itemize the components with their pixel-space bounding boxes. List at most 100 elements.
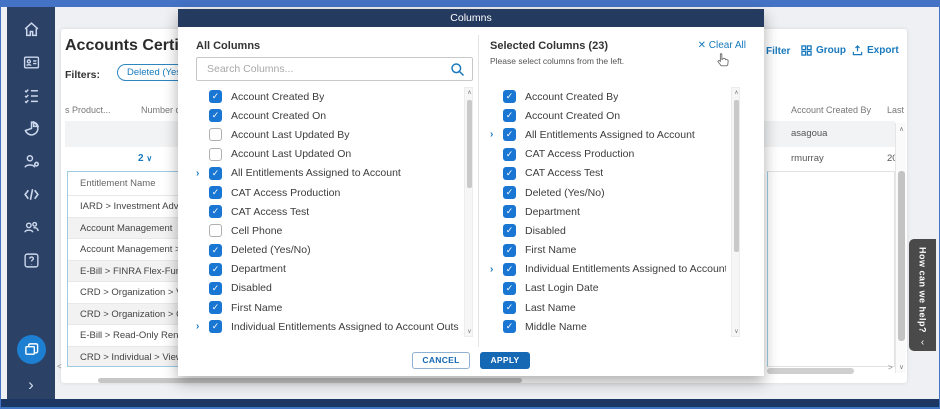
checkbox[interactable]: ✓ [503,263,516,276]
checkbox[interactable]: ✓ [209,301,222,314]
checkbox[interactable]: ✓ [209,90,222,103]
column-item[interactable]: ✓Deleted (Yes/No) [490,183,726,202]
checkbox[interactable]: ✓ [209,109,222,122]
apply-button[interactable]: APPLY [480,352,530,369]
checkbox[interactable]: ✓ [503,109,516,122]
vertical-scrollbar[interactable]: ∧ ∨ [895,123,906,373]
checkbox[interactable] [209,224,222,237]
cancel-button[interactable]: CANCEL [412,352,470,369]
column-item[interactable]: ✓Last Name [490,298,726,317]
checkbox[interactable]: ✓ [503,148,516,161]
group-button[interactable]: Group [801,45,846,56]
scroll-down-icon[interactable] [465,328,473,335]
column-item[interactable]: ✓Account Created By [490,87,726,106]
column-item[interactable]: ✓Last Login Date [490,279,726,298]
scroll-up-icon[interactable]: ∧ [896,125,907,133]
column-item[interactable]: ✓Disabled [196,279,459,298]
scrollbar-thumb[interactable] [898,171,905,341]
horizontal-scrollbar-thumb[interactable] [767,368,854,374]
column-item[interactable]: ✓CAT Access Test [196,202,459,221]
home-icon[interactable] [21,19,41,39]
user-settings-icon[interactable] [21,151,41,171]
column-item[interactable]: ✓Account Created By [196,87,459,106]
checkbox[interactable]: ✓ [503,205,516,218]
row-count: 2 [138,153,144,164]
column-item[interactable]: ✓CAT Access Test [490,164,726,183]
row-count-expander[interactable]: 2 ∨ [138,153,152,164]
checkbox[interactable]: ✓ [503,244,516,257]
column-item[interactable]: Account Last Updated By [196,125,459,144]
checkbox[interactable]: ✓ [209,282,222,295]
id-card-icon[interactable] [21,52,41,72]
checkbox[interactable]: ✓ [503,224,516,237]
checkbox[interactable]: ✓ [209,186,222,199]
expand-chevron-icon[interactable]: › [196,321,209,332]
column-item[interactable]: ✓Deleted (Yes/No) [196,241,459,260]
checkbox[interactable]: ✓ [503,186,516,199]
column-item[interactable]: ›✓All Entitlements Assigned to Account [490,125,726,144]
checkbox[interactable] [209,128,222,141]
column-item[interactable]: ›✓All Entitlements Assigned to Account [196,164,459,183]
help-tab[interactable]: How can we help? ‹ [909,239,936,351]
column-item[interactable]: ✓Department [490,202,726,221]
column-item[interactable]: ✓First Name [490,241,726,260]
column-item[interactable]: ›✓Individual Entitlements Assigned to Ac… [490,260,726,279]
list-scrollbar[interactable] [464,87,473,337]
scrollbar-thumb[interactable] [467,100,472,188]
columns-modal: Columns All Columns ✓Account Created By✓… [178,9,764,376]
scroll-up-icon[interactable] [465,89,473,96]
checkbox[interactable] [209,148,222,161]
horizontal-scrollbar-thumb[interactable] [98,378,522,383]
column-item[interactable]: ✓Account Created On [490,106,726,125]
checkbox[interactable]: ✓ [503,167,516,180]
windows-fab-button[interactable] [17,335,46,364]
column-item[interactable]: ✓Department [196,260,459,279]
scroll-down-icon[interactable] [732,328,740,335]
checkbox[interactable]: ✓ [209,167,222,180]
scroll-down-icon[interactable]: ∨ [896,363,907,371]
all-columns-heading: All Columns [196,40,260,52]
column-item[interactable]: ✓ CAT Access Production [490,145,726,164]
column-item[interactable]: ✓First Name [196,298,459,317]
column-item[interactable]: ✓Disabled [490,221,726,240]
column-header[interactable]: Account Created By [791,105,871,115]
checkbox[interactable]: ✓ [503,128,516,141]
column-item[interactable]: Cell Phone [196,221,459,240]
filter-button[interactable]: Filter [766,46,790,57]
column-item[interactable]: ✓CAT Access Production [196,183,459,202]
column-item[interactable]: Account Last Updated On [196,145,459,164]
checkbox[interactable]: ✓ [503,301,516,314]
search-icon[interactable] [450,62,465,77]
checkbox[interactable]: ✓ [503,320,516,333]
column-header[interactable]: s Product... [65,105,111,115]
scroll-right-icon[interactable]: > [888,363,893,372]
checkbox[interactable]: ✓ [209,263,222,276]
export-button[interactable]: Export [852,45,899,56]
list-scrollbar[interactable] [731,87,740,337]
expand-chevron-icon[interactable]: › [490,129,503,140]
column-item[interactable]: ›✓Individual Entitlements Assigned to Ac… [196,317,459,336]
checkbox[interactable]: ✓ [503,282,516,295]
column-item[interactable]: ✓Account Created On [196,106,459,125]
app-window: › Accounts Certification Filters: Delete… [0,0,940,409]
pie-chart-icon[interactable] [21,118,41,138]
checkbox[interactable]: ✓ [209,244,222,257]
sidebar-expand-icon[interactable]: › [7,375,55,395]
scroll-up-icon[interactable] [732,89,740,96]
search-input[interactable] [205,59,440,79]
column-label: CAT Access Production [525,148,634,160]
checkbox[interactable]: ✓ [503,90,516,103]
expand-chevron-icon[interactable]: › [196,168,209,179]
scroll-left-icon[interactable]: < [57,362,62,371]
code-icon[interactable] [21,184,41,204]
scrollbar-thumb[interactable] [734,100,739,252]
help-icon[interactable] [21,250,41,270]
column-header[interactable]: Last Login Date [887,105,907,115]
modal-title[interactable]: Columns [178,9,764,27]
checkbox[interactable]: ✓ [209,205,222,218]
column-item[interactable]: ✓Middle Name [490,317,726,336]
expand-chevron-icon[interactable]: › [490,264,503,275]
team-icon[interactable] [21,217,41,237]
checkbox[interactable]: ✓ [209,320,222,333]
tasks-icon[interactable] [21,85,41,105]
